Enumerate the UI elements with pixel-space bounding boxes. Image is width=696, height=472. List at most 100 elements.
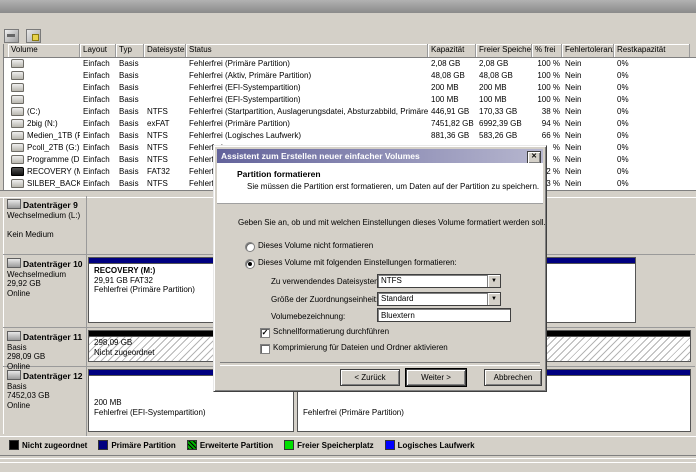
legend-bar: Nicht zugeordnetPrimäre PartitionErweite… [0, 436, 696, 453]
quick-format-checkbox[interactable]: ✓ [260, 328, 270, 338]
partition-info-line [303, 398, 690, 408]
cell-status: Fehlerfrei (Startpartition, Auslagerungs… [186, 106, 428, 118]
cell-rest: 0% [614, 106, 690, 118]
legend-item: Nicht zugeordnet [9, 440, 87, 450]
cell-layout: Einfach [80, 130, 116, 142]
column-header-0[interactable]: Volume [8, 44, 80, 57]
chevron-down-icon[interactable]: ▼ [487, 275, 500, 287]
window-titlebar[interactable] [0, 0, 696, 13]
cell-status: Fehlerfrei (Logisches Laufwerk) [186, 130, 428, 142]
disk-info-line: 29,92 GB [7, 279, 86, 289]
disk-info-line: Wechselmedium (L:) [7, 211, 86, 221]
filesystem-select[interactable]: NTFS ▼ [377, 274, 501, 288]
cell-volume [8, 94, 80, 106]
disk-label[interactable]: Datenträger 12Basis7452,03 GBOnline [3, 367, 87, 436]
table-row[interactable]: EinfachBasisFehlerfrei (Aktiv, Primäre P… [4, 70, 696, 82]
cell-volume [8, 58, 80, 70]
cell-volume: (C:) [8, 106, 80, 118]
cell-layout: Einfach [80, 106, 116, 118]
allocation-unit-select[interactable]: Standard ▼ [377, 292, 501, 306]
cell-dateisystem: FAT32 [144, 166, 186, 178]
cell-freier: 200 MB [476, 82, 532, 94]
cell-toleranz: Nein [562, 118, 614, 130]
table-row[interactable]: EinfachBasis Fehlerfrei (Primäre Partitio… [4, 58, 696, 70]
column-header-4[interactable]: Status [186, 44, 428, 57]
volume-label-input[interactable] [377, 308, 511, 322]
disk-label[interactable]: Datenträger 9Wechselmedium (L:) Kein Med… [3, 196, 87, 254]
drive-icon [11, 83, 24, 92]
cell-layout: Einfach [80, 58, 116, 70]
cell-status: Fehlerfrei (Primäre Partition) [186, 118, 428, 130]
cell-dateisystem [144, 94, 186, 106]
disk-icon [7, 258, 21, 268]
column-header-1[interactable]: Layout [80, 44, 116, 57]
help-icon[interactable] [26, 29, 41, 43]
disk-label[interactable]: Datenträger 10Wechselmedium29,92 GBOnlin… [3, 255, 87, 327]
column-header-9[interactable]: Restkapazität [614, 44, 690, 57]
column-header-5[interactable]: Kapazität [428, 44, 476, 57]
column-header-8[interactable]: Fehlertoleranz [562, 44, 614, 57]
disk-info-line: Wechselmedium [7, 270, 86, 280]
cell-pct: 94 % [532, 118, 562, 130]
chevron-down-icon[interactable]: ▼ [487, 293, 500, 305]
cell-typ: Basis [116, 130, 144, 142]
dialog-subheading: Sie müssen die Partition erst formatiere… [247, 182, 539, 191]
table-row[interactable]: (C:)EinfachBasisNTFSFehlerfrei (Startpar… [4, 106, 696, 118]
cancel-button[interactable]: Abbrechen [484, 369, 542, 386]
disk-label[interactable]: Datenträger 11Basis298,09 GBOnline [3, 328, 87, 366]
partition-info-line: Fehlerfrei (Primäre Partition) [303, 408, 690, 418]
quick-format-label[interactable]: Schnellformatierung durchführen [273, 327, 389, 336]
compression-label[interactable]: Komprimierung für Dateien und Ordner akt… [273, 343, 448, 352]
column-header-3[interactable]: Dateisystem [144, 44, 186, 57]
disk-icon [7, 199, 21, 209]
radio-do-not-format-label[interactable]: Dieses Volume nicht formatieren [258, 241, 373, 250]
filesystem-label: Zu verwendendes Dateisystem: [271, 277, 383, 286]
cell-status: Fehlerfrei (EFI-Systempartition) [186, 94, 428, 106]
dialog-titlebar[interactable]: Assistent zum Erstellen neuer einfacher … [217, 149, 543, 163]
cell-freier: 2,08 GB [476, 58, 532, 70]
cell-toleranz: Nein [562, 166, 614, 178]
partition-info-line: 200 MB [94, 398, 293, 408]
cell-typ: Basis [116, 58, 144, 70]
menu-bar[interactable] [0, 13, 696, 28]
column-header-2[interactable]: Typ [116, 44, 144, 57]
legend-swatch-black [9, 440, 19, 450]
radio-format-with-settings[interactable] [245, 259, 255, 269]
cell-typ: Basis [116, 166, 144, 178]
cell-toleranz: Nein [562, 178, 614, 190]
legend-label: Logisches Laufwerk [398, 441, 475, 450]
cell-dateisystem [144, 58, 186, 70]
cell-layout: Einfach [80, 70, 116, 82]
disk-info-line: 7452,03 GB [7, 391, 86, 401]
back-button[interactable]: < Zurück [340, 369, 400, 386]
dialog-separator [220, 362, 540, 366]
column-header-7[interactable]: % frei [532, 44, 562, 57]
compression-checkbox[interactable] [260, 344, 270, 354]
cell-volume: RECOVERY (M:) [8, 166, 80, 178]
table-row[interactable]: Medien_1TB (F:)EinfachBasisNTFSFehlerfre… [4, 130, 696, 142]
radio-do-not-format[interactable] [245, 242, 255, 252]
cell-layout: Einfach [80, 178, 116, 190]
cell-freier: 6992,39 GB [476, 118, 532, 130]
properties-icon[interactable] [4, 29, 19, 43]
column-header-6[interactable]: Freier Speicher [476, 44, 532, 57]
legend-swatch-green [284, 440, 294, 450]
dialog-header: Partition formatieren Sie müssen die Par… [217, 163, 543, 204]
table-row[interactable]: EinfachBasisFehlerfrei (EFI-Systempartit… [4, 82, 696, 94]
table-row[interactable]: 2big (N:)EinfachBasisexFATFehlerfrei (Pr… [4, 118, 696, 130]
cell-kapazitaet: 2,08 GB [428, 58, 476, 70]
radio-format-with-settings-label[interactable]: Dieses Volume mit folgenden Einstellunge… [258, 258, 457, 267]
toolbar [0, 27, 696, 45]
cell-volume: 2big (N:) [8, 118, 80, 130]
legend-swatch-greenhatch [187, 440, 197, 450]
next-button[interactable]: Weiter > [406, 369, 466, 386]
cell-toleranz: Nein [562, 106, 614, 118]
partition-info-line: Fehlerfrei (EFI-Systempartition) [94, 408, 293, 418]
cell-kapazitaet: 881,36 GB [428, 130, 476, 142]
drive-icon [11, 59, 24, 68]
cell-typ: Basis [116, 106, 144, 118]
disk-info-line: Online [7, 401, 86, 411]
cell-dateisystem: NTFS [144, 130, 186, 142]
table-row[interactable]: EinfachBasisFehlerfrei (EFI-Systempartit… [4, 94, 696, 106]
cell-status: Fehlerfrei (Primäre Partition) [186, 58, 428, 70]
